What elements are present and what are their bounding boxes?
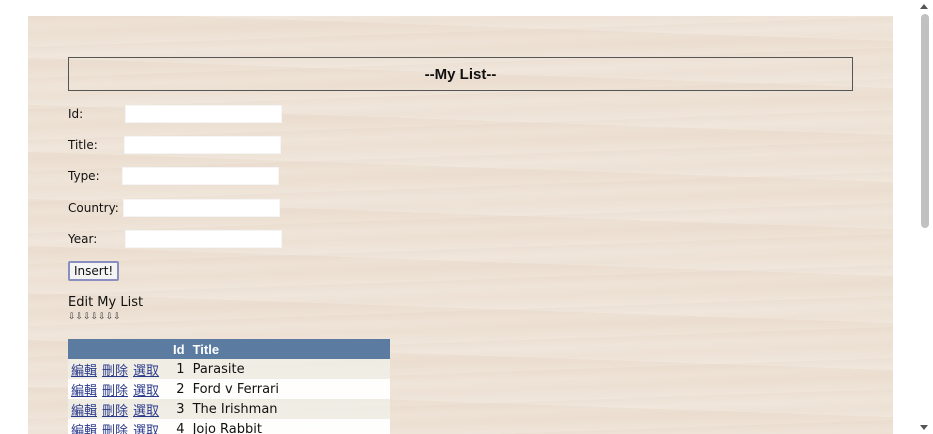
vertical-scrollbar[interactable] bbox=[916, 0, 933, 434]
year-label: Year: bbox=[68, 232, 98, 246]
year-input[interactable] bbox=[125, 230, 282, 248]
scrollbar-thumb[interactable] bbox=[921, 14, 929, 228]
title-input[interactable] bbox=[124, 136, 281, 154]
scroll-up-arrow-icon[interactable] bbox=[920, 4, 928, 9]
edit-link[interactable]: 編輯 bbox=[71, 404, 97, 419]
column-header-title: Title bbox=[188, 339, 390, 359]
id-input[interactable] bbox=[125, 105, 282, 123]
delete-link[interactable]: 刪除 bbox=[102, 384, 128, 399]
row-actions: 編輯 刪除 選取 bbox=[68, 359, 169, 379]
page-content: --My List-- Id: Title: Type: Country: Ye… bbox=[28, 16, 893, 434]
row-title: Jojo Rabbit bbox=[188, 419, 390, 434]
row-actions: 編輯 刪除 選取 bbox=[68, 399, 169, 419]
row-id: 3 bbox=[169, 399, 189, 419]
row-title: Parasite bbox=[188, 359, 390, 379]
table-row: 編輯 刪除 選取 4 Jojo Rabbit bbox=[68, 419, 390, 434]
type-input[interactable] bbox=[122, 167, 279, 185]
table-header-row: Id Title bbox=[68, 339, 390, 359]
type-label: Type: bbox=[68, 169, 100, 183]
row-title: The Irishman bbox=[188, 399, 390, 419]
page-title: --My List-- bbox=[424, 65, 497, 83]
row-id: 4 bbox=[169, 419, 189, 434]
row-id: 1 bbox=[169, 359, 189, 379]
id-label: Id: bbox=[68, 107, 84, 121]
table-row: 編輯 刪除 選取 3 The Irishman bbox=[68, 399, 390, 419]
row-id: 2 bbox=[169, 379, 189, 399]
list-header: --My List-- bbox=[68, 57, 853, 91]
table-row: 編輯 刪除 選取 2 Ford v Ferrari bbox=[68, 379, 390, 399]
edit-link[interactable]: 編輯 bbox=[71, 424, 97, 434]
column-header-id: Id bbox=[169, 339, 189, 359]
title-label: Title: bbox=[68, 138, 98, 152]
insert-button[interactable]: Insert! bbox=[68, 261, 120, 281]
edit-list-heading: Edit My List bbox=[68, 295, 144, 310]
delete-link[interactable]: 刪除 bbox=[102, 404, 128, 419]
down-arrows-icon: ⇩⇩⇩⇩⇩⇩⇩ bbox=[68, 312, 121, 322]
row-actions: 編輯 刪除 選取 bbox=[68, 419, 169, 434]
select-link[interactable]: 選取 bbox=[133, 384, 159, 399]
column-header-actions bbox=[68, 339, 169, 359]
select-link[interactable]: 選取 bbox=[133, 364, 159, 379]
delete-link[interactable]: 刪除 bbox=[102, 424, 128, 434]
edit-link[interactable]: 編輯 bbox=[71, 384, 97, 399]
select-link[interactable]: 選取 bbox=[133, 424, 159, 434]
edit-link[interactable]: 編輯 bbox=[71, 364, 97, 379]
delete-link[interactable]: 刪除 bbox=[102, 364, 128, 379]
select-link[interactable]: 選取 bbox=[133, 404, 159, 419]
table-row: 編輯 刪除 選取 1 Parasite bbox=[68, 359, 390, 379]
row-title: Ford v Ferrari bbox=[188, 379, 390, 399]
country-label: Country: bbox=[68, 201, 119, 215]
row-actions: 編輯 刪除 選取 bbox=[68, 379, 169, 399]
scroll-down-arrow-icon[interactable] bbox=[920, 425, 928, 430]
country-input[interactable] bbox=[123, 199, 280, 217]
my-list-table: Id Title 編輯 刪除 選取 1 Parasite 編輯 刪除 選取 2 Ford… bbox=[68, 339, 390, 434]
